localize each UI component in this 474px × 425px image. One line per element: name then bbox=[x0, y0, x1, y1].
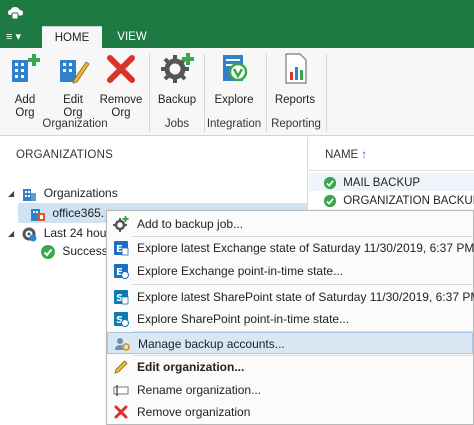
backup-label: Backup bbox=[157, 94, 197, 106]
exchange-icon: E bbox=[114, 241, 129, 256]
menu-label: Manage backup accounts... bbox=[138, 337, 285, 351]
group-label-organization: Organization bbox=[42, 118, 108, 130]
name-column-header[interactable]: NAME ↑ bbox=[325, 149, 367, 161]
remove-org-label-line1: Remove bbox=[99, 94, 143, 106]
add-org-label-line1: Add bbox=[14, 94, 36, 106]
manage-accounts-icon bbox=[115, 338, 130, 351]
menu-separator bbox=[133, 284, 473, 285]
group-label-reporting: Reporting bbox=[271, 118, 321, 130]
group-label-jobs: Jobs bbox=[164, 118, 190, 130]
office365-org-icon bbox=[31, 208, 45, 221]
reports-button[interactable]: Reports bbox=[272, 52, 318, 107]
tree-label-organizations: Organizations bbox=[43, 186, 118, 200]
add-to-job-gear-icon bbox=[113, 216, 129, 232]
name-column-label: NAME bbox=[325, 149, 359, 161]
exchange-point-in-time-icon: E bbox=[114, 264, 129, 279]
edit-pencil-icon bbox=[114, 360, 128, 374]
job-name: MAIL BACKUP bbox=[343, 177, 421, 189]
edit-org-label-line1: Edit bbox=[63, 94, 83, 106]
success-check-icon bbox=[323, 176, 337, 190]
menu-label: Rename organization... bbox=[137, 383, 262, 397]
menu-label: Explore latest SharePoint state of Satur… bbox=[137, 290, 474, 304]
ribbon-tabstrip: ≡ ▾ HOME VIEW bbox=[0, 26, 474, 48]
success-check-icon bbox=[323, 194, 337, 208]
success-check-icon bbox=[41, 244, 55, 259]
menu-edit-organization[interactable]: Edit organization... bbox=[107, 356, 473, 378]
reports-label: Reports bbox=[274, 94, 316, 106]
menu-label: Add to backup job... bbox=[137, 217, 244, 231]
organizations-building-icon bbox=[23, 188, 37, 201]
collapse-arrow-icon[interactable]: ◢ bbox=[8, 184, 18, 204]
explore-button[interactable]: Explore bbox=[210, 52, 258, 107]
main-menu-button[interactable]: ≡ ▾ bbox=[6, 29, 34, 45]
sharepoint-point-in-time-icon: S bbox=[114, 312, 129, 327]
menu-manage-backup-accounts[interactable]: Manage backup accounts... bbox=[107, 332, 473, 354]
tree-item-last24[interactable]: ◢ Last 24 hours bbox=[8, 223, 116, 243]
sort-ascending-icon: ↑ bbox=[361, 149, 367, 161]
job-row-mail-backup[interactable]: MAIL BACKUP bbox=[323, 174, 420, 192]
veeam-backup-o365-window: ≡ ▾ HOME VIEW Add Org Edit Org Remove Or… bbox=[0, 0, 474, 425]
tree-item-office365[interactable]: office365. bbox=[30, 203, 104, 223]
sharepoint-icon: S bbox=[114, 290, 129, 305]
menu-explore-latest-exchange[interactable]: E Explore latest Exchange state of Satur… bbox=[107, 237, 474, 259]
edit-org-icon bbox=[60, 60, 90, 84]
remove-org-button[interactable]: Remove Org bbox=[98, 52, 144, 120]
ribbon-group-divider bbox=[266, 54, 267, 132]
menu-label: Explore latest Exchange state of Saturda… bbox=[137, 241, 474, 255]
menu-label: Explore SharePoint point-in-time state..… bbox=[137, 312, 350, 326]
menu-rename-organization[interactable]: Rename organization... bbox=[107, 379, 473, 401]
title-bar bbox=[0, 0, 474, 26]
backup-gear-icon bbox=[161, 53, 194, 83]
collapse-arrow-icon[interactable]: ◢ bbox=[8, 224, 18, 244]
menu-explore-exchange-point-in-time[interactable]: E Explore Exchange point-in-time state..… bbox=[107, 260, 473, 282]
add-org-icon bbox=[12, 54, 40, 82]
group-label-integration: Integration bbox=[206, 118, 262, 130]
backup-button[interactable]: Backup bbox=[155, 52, 199, 107]
tree-item-success[interactable]: Success bbox=[40, 241, 108, 261]
add-org-button[interactable]: Add Org bbox=[6, 52, 44, 120]
job-row-organization-backup[interactable]: ORGANIZATION BACKUP bbox=[323, 192, 474, 210]
ribbon-group-divider bbox=[149, 54, 150, 132]
tree-label-office365: office365. bbox=[52, 206, 105, 220]
job-name: ORGANIZATION BACKUP bbox=[343, 195, 474, 207]
menu-label: Explore Exchange point-in-time state... bbox=[137, 264, 344, 278]
reports-icon bbox=[285, 53, 307, 84]
tree-label-success: Success bbox=[62, 244, 108, 258]
rename-icon bbox=[113, 385, 129, 396]
tree-item-organizations[interactable]: ◢ Organizations bbox=[8, 183, 118, 203]
header-divider bbox=[309, 170, 474, 171]
remove-x-icon bbox=[114, 405, 128, 419]
ribbon-group-divider bbox=[326, 54, 327, 132]
menu-explore-latest-sharepoint[interactable]: S Explore latest SharePoint state of Sat… bbox=[107, 286, 474, 308]
organization-context-menu: Add to backup job... E Explore latest Ex… bbox=[106, 210, 474, 425]
menu-label: Edit organization... bbox=[137, 360, 245, 374]
tab-view[interactable]: VIEW bbox=[108, 26, 156, 48]
veeam-logo-icon[interactable] bbox=[6, 3, 26, 23]
remove-x-icon bbox=[107, 55, 135, 83]
explore-label: Explore bbox=[214, 94, 254, 106]
menu-label: Remove organization bbox=[137, 405, 251, 419]
menu-add-to-backup-job[interactable]: Add to backup job... bbox=[107, 213, 473, 235]
explore-icon bbox=[223, 55, 248, 82]
edit-org-button[interactable]: Edit Org bbox=[54, 52, 92, 120]
menu-explore-sharepoint-point-in-time[interactable]: S Explore SharePoint point-in-time state… bbox=[107, 308, 473, 330]
tab-home[interactable]: HOME bbox=[42, 26, 102, 48]
menu-remove-organization[interactable]: Remove organization bbox=[107, 401, 473, 423]
history-gear-icon bbox=[22, 227, 37, 242]
organizations-header: ORGANIZATIONS bbox=[16, 149, 113, 161]
ribbon: Add Org Edit Org Remove Org Organization bbox=[0, 48, 474, 136]
